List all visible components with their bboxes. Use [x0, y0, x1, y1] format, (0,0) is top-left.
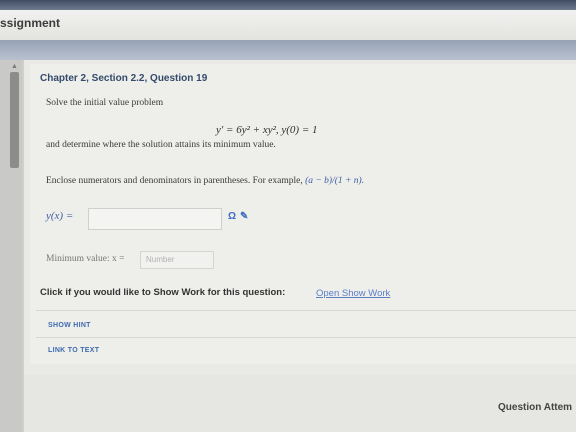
link-to-text-button[interactable]: LINK TO TEXT	[48, 347, 99, 354]
open-show-work-link[interactable]: Open Show Work	[316, 288, 390, 299]
browser-top-bar	[0, 0, 576, 10]
minimum-value-placeholder: Number	[146, 255, 175, 264]
footer-area	[24, 375, 576, 432]
equation-editor-icon[interactable]: Ω	[228, 211, 236, 222]
divider	[36, 310, 576, 311]
instruction-example: (a − b)/(1 + n).	[305, 176, 365, 186]
minimum-value-input[interactable]: Number	[140, 251, 214, 269]
question-followup: and determine where the solution attains…	[46, 140, 276, 150]
edit-icon[interactable]: ✎	[240, 211, 248, 222]
scrollbar-thumb[interactable]	[10, 72, 19, 168]
show-hint-button[interactable]: SHOW HINT	[48, 322, 91, 329]
divider	[36, 337, 576, 338]
answer-input[interactable]	[88, 208, 222, 230]
differential-equation: y′ = 6y² + xy², y(0) = 1	[216, 124, 318, 136]
question-prompt: Solve the initial value problem	[46, 98, 164, 108]
answer-label: y(x) =	[46, 210, 74, 222]
format-instruction: Enclose numerators and denominators in p…	[46, 176, 364, 186]
show-work-prompt: Click if you would like to Show Work for…	[40, 287, 286, 298]
question-heading: Chapter 2, Section 2.2, Question 19	[40, 73, 208, 84]
minimum-value-label: Minimum value: x =	[46, 254, 125, 264]
nav-strip	[0, 40, 576, 60]
instruction-text: Enclose numerators and denominators in p…	[46, 176, 306, 186]
question-attempts-label: Question Attem	[498, 402, 573, 413]
assignment-header: ssignment	[0, 10, 576, 41]
scroll-up-icon[interactable]: ▲	[10, 62, 19, 71]
page-title: ssignment	[0, 16, 61, 30]
